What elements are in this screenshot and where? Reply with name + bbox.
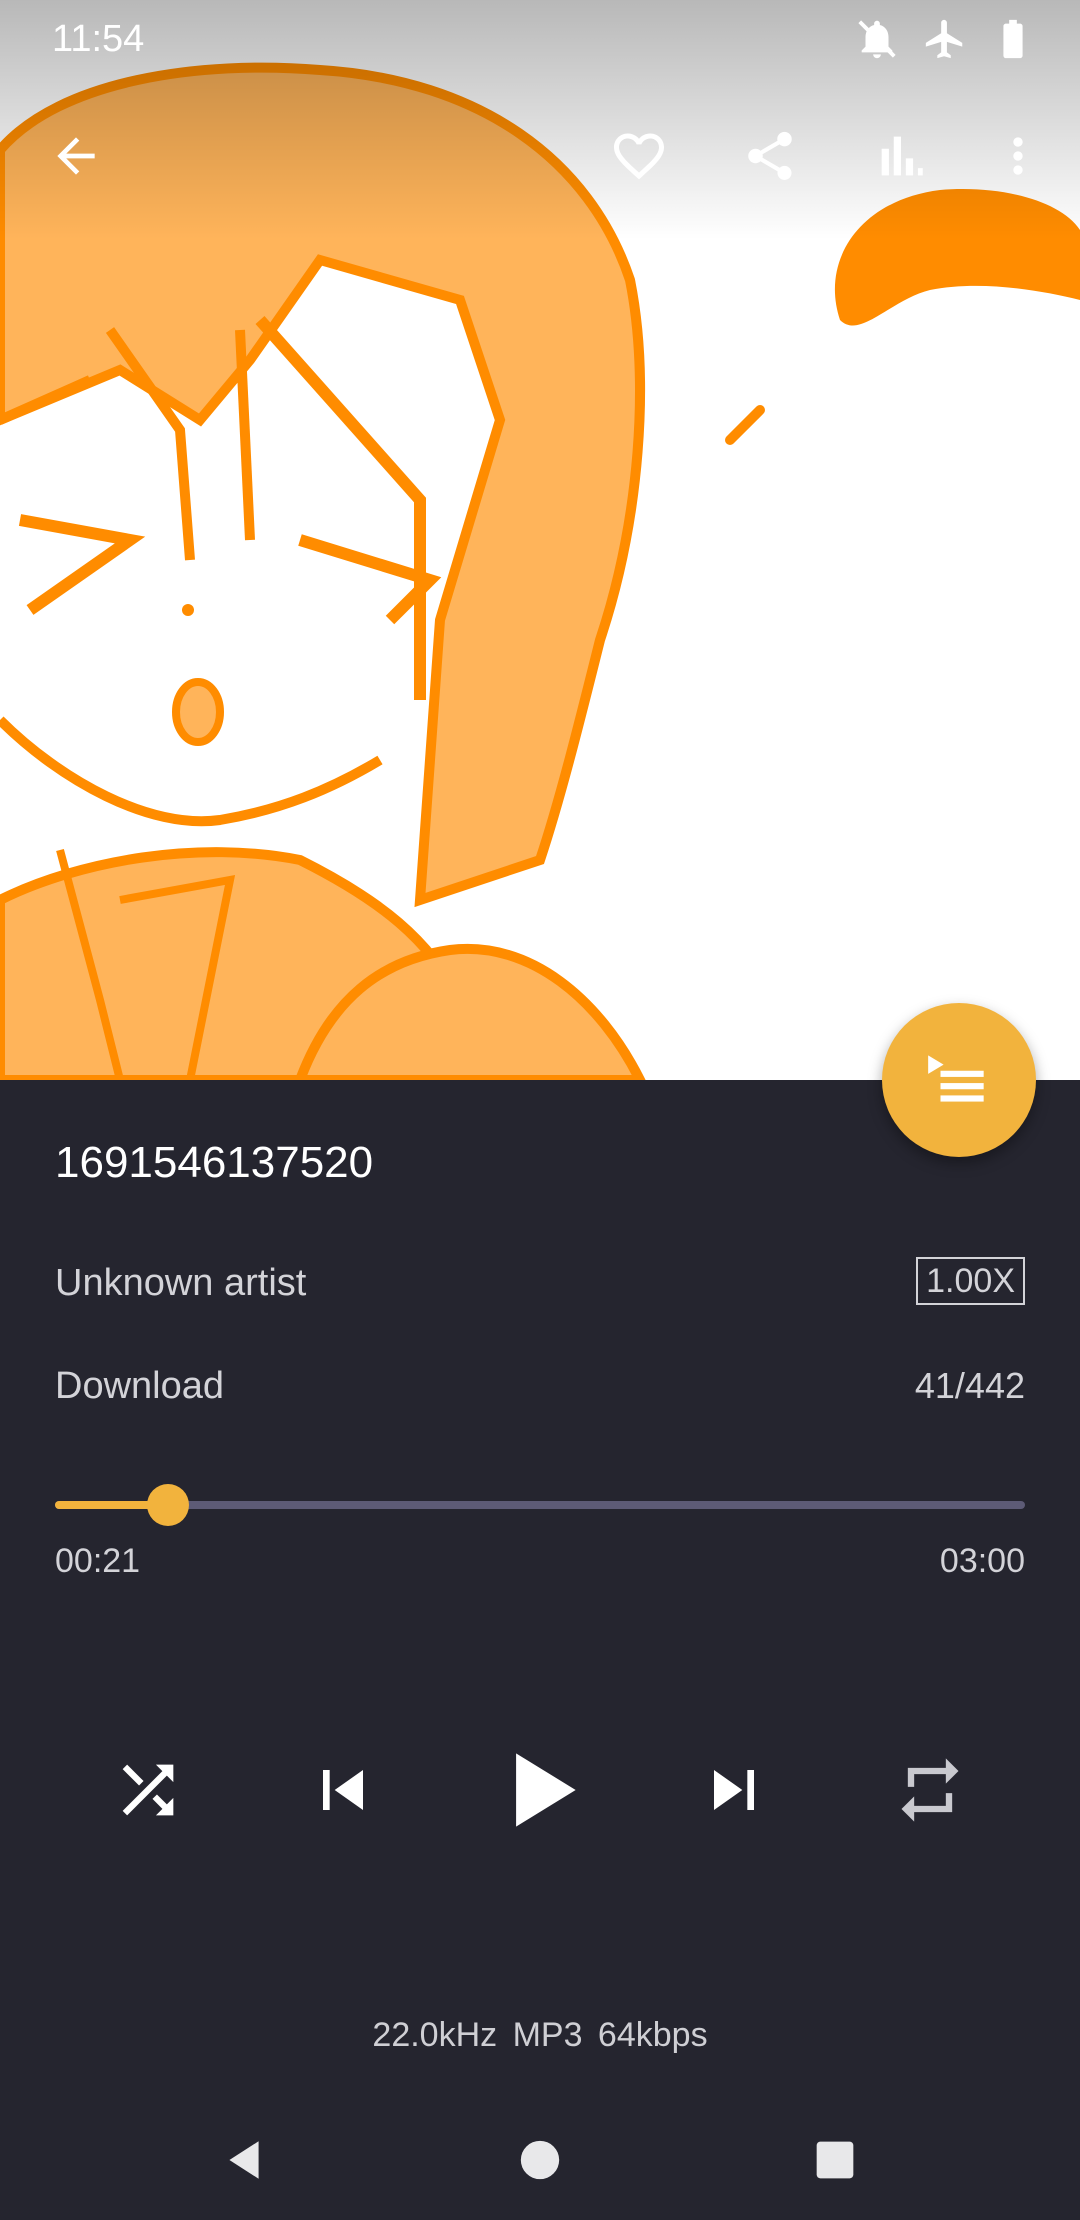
queue-button[interactable] (882, 1003, 1036, 1157)
share-button[interactable] (732, 118, 808, 194)
favorite-button[interactable] (601, 118, 677, 194)
current-time: 00:21 (55, 1542, 141, 1580)
status-time: 11:54 (52, 18, 145, 60)
next-button[interactable] (679, 1735, 789, 1845)
recents-square-icon (816, 2141, 854, 2179)
repeat-button[interactable] (875, 1735, 985, 1845)
back-arrow-icon (57, 137, 95, 175)
seek-bar[interactable] (55, 1484, 1025, 1526)
more-options-button[interactable] (980, 118, 1056, 194)
system-nav-bar (0, 2100, 1080, 2220)
nav-recents-button[interactable] (803, 2128, 867, 2192)
more-vert-icon (1013, 137, 1023, 175)
total-time: 03:00 (939, 1542, 1025, 1580)
track-album: Download (55, 1365, 224, 1407)
nav-home-button[interactable] (508, 2128, 572, 2192)
heart-icon (614, 133, 664, 180)
skip-previous-icon (323, 1770, 363, 1810)
shuffle-icon (122, 1764, 174, 1816)
back-triangle-icon (229, 2141, 259, 2179)
player-toolbar (0, 100, 1080, 210)
skip-next-icon (714, 1770, 754, 1810)
repeat-icon (901, 1758, 959, 1822)
equalizer-button[interactable] (863, 118, 939, 194)
playlist-play-icon (928, 1055, 984, 1102)
play-icon (516, 1753, 576, 1827)
share-icon (748, 131, 792, 180)
seek-bar-thumb[interactable] (147, 1484, 190, 1526)
notifications-off-icon (854, 16, 900, 62)
play-button[interactable] (484, 1735, 594, 1845)
equalizer-icon (881, 136, 923, 176)
queue-position: 41/442 (914, 1365, 1025, 1406)
nav-back-button[interactable] (212, 2128, 276, 2192)
audio-format-info: 22.0kHz MP3 64kbps (372, 2016, 708, 2054)
track-title: 1691546137520 (55, 1138, 374, 1187)
battery-icon (990, 16, 1036, 62)
shuffle-button[interactable] (93, 1735, 203, 1845)
track-artist: Unknown artist (55, 1262, 307, 1304)
airplane-mode-icon (922, 16, 968, 62)
home-circle-icon (520, 2140, 560, 2180)
back-button[interactable] (38, 118, 114, 194)
playback-speed-button[interactable]: 1.00X (916, 1257, 1025, 1305)
previous-button[interactable] (288, 1735, 398, 1845)
status-bar: 11:54 (0, 0, 1080, 80)
